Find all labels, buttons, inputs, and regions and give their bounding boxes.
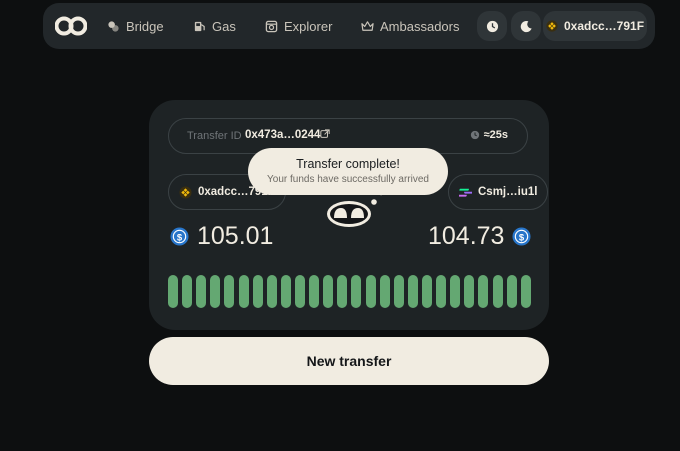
history-button[interactable] bbox=[477, 11, 507, 41]
transfer-id-label: Transfer ID bbox=[187, 130, 242, 142]
bnb-icon bbox=[179, 185, 192, 199]
nav-explorer[interactable]: Explorer bbox=[265, 16, 332, 36]
progress-bar-segment bbox=[309, 275, 320, 308]
logo-icon[interactable] bbox=[54, 14, 88, 38]
bnb-icon bbox=[546, 20, 558, 32]
wallet-button[interactable]: 0xadcc…791F bbox=[543, 11, 647, 41]
explorer-icon bbox=[265, 20, 278, 32]
progress-bar-segment bbox=[238, 275, 249, 308]
nav-gas[interactable]: Gas bbox=[193, 16, 236, 36]
gas-pump-icon bbox=[194, 21, 205, 31]
progress-bar-segment bbox=[294, 275, 305, 308]
progress-bar-segment bbox=[365, 275, 376, 308]
moon-icon bbox=[520, 20, 532, 32]
dest-address-pill[interactable]: Csmj…iu1l bbox=[448, 174, 549, 210]
received-amount: 104.73 $ bbox=[428, 222, 531, 251]
progress-bar-segment bbox=[464, 275, 475, 308]
nav-gas-label: Gas bbox=[212, 18, 236, 34]
bridge-icon bbox=[108, 20, 119, 32]
progress-bar-segment bbox=[436, 275, 447, 308]
progress-bar-segment bbox=[210, 275, 221, 308]
progress-bar-segment bbox=[266, 275, 277, 308]
svg-text:$: $ bbox=[177, 232, 183, 243]
progress-bar-segment bbox=[337, 275, 348, 308]
toast-subtitle: Your funds have successfully arrived bbox=[267, 174, 429, 185]
transfer-complete-toast: Transfer complete! Your funds have succe… bbox=[248, 148, 448, 195]
progress-bar-segment bbox=[520, 275, 531, 308]
progress-bar-segment bbox=[393, 275, 404, 308]
transfer-id-value[interactable]: 0x473a…0244 bbox=[245, 129, 320, 141]
svg-text:$: $ bbox=[519, 232, 525, 243]
top-nav: Bridge Gas Explorer Ambassadors 0xadcc…7… bbox=[43, 3, 655, 49]
progress-bar-segment bbox=[421, 275, 432, 308]
progress-bar-segment bbox=[168, 275, 178, 308]
crown-icon bbox=[361, 20, 374, 31]
usdc-icon: $ bbox=[512, 227, 531, 246]
clock-icon bbox=[486, 20, 498, 32]
progress-bar-segment bbox=[224, 275, 235, 308]
nav-ambassadors-label: Ambassadors bbox=[380, 18, 460, 34]
transfer-progress-bars bbox=[168, 275, 531, 308]
progress-bar-segment bbox=[196, 275, 207, 308]
wallet-address: 0xadcc…791F bbox=[563, 19, 645, 33]
nav-ambassadors[interactable]: Ambassadors bbox=[361, 16, 459, 36]
progress-bar-segment bbox=[478, 275, 489, 308]
mascot-icon bbox=[322, 190, 384, 230]
nav-bridge[interactable]: Bridge bbox=[107, 16, 164, 36]
nav-bridge-label: Bridge bbox=[126, 18, 164, 34]
eta-indicator: ≈25s bbox=[470, 129, 508, 141]
progress-bar-segment bbox=[182, 275, 193, 308]
nav-explorer-label: Explorer bbox=[284, 18, 333, 34]
external-link-icon[interactable] bbox=[320, 129, 330, 142]
progress-bar-segment bbox=[450, 275, 461, 308]
eta-value: ≈25s bbox=[483, 129, 508, 141]
solana-icon bbox=[459, 188, 472, 197]
new-transfer-button[interactable]: New transfer bbox=[149, 337, 549, 385]
toast-title: Transfer complete! bbox=[296, 157, 400, 171]
dest-address: Csmj…iu1l bbox=[478, 186, 538, 198]
progress-bar-segment bbox=[379, 275, 390, 308]
progress-bar-segment bbox=[280, 275, 291, 308]
received-amount-value: 104.73 bbox=[428, 222, 505, 250]
theme-toggle-button[interactable] bbox=[511, 11, 541, 41]
sent-amount-value: 105.01 bbox=[197, 222, 274, 250]
progress-bar-segment bbox=[323, 275, 334, 308]
progress-bar-segment bbox=[252, 275, 263, 308]
progress-bar-segment bbox=[351, 275, 362, 308]
progress-bar-segment bbox=[506, 275, 517, 308]
progress-bar-segment bbox=[492, 275, 503, 308]
progress-bar-segment bbox=[407, 275, 418, 308]
sent-amount: $ 105.01 bbox=[170, 222, 273, 251]
timer-icon bbox=[470, 130, 479, 140]
usdc-icon: $ bbox=[170, 227, 189, 246]
